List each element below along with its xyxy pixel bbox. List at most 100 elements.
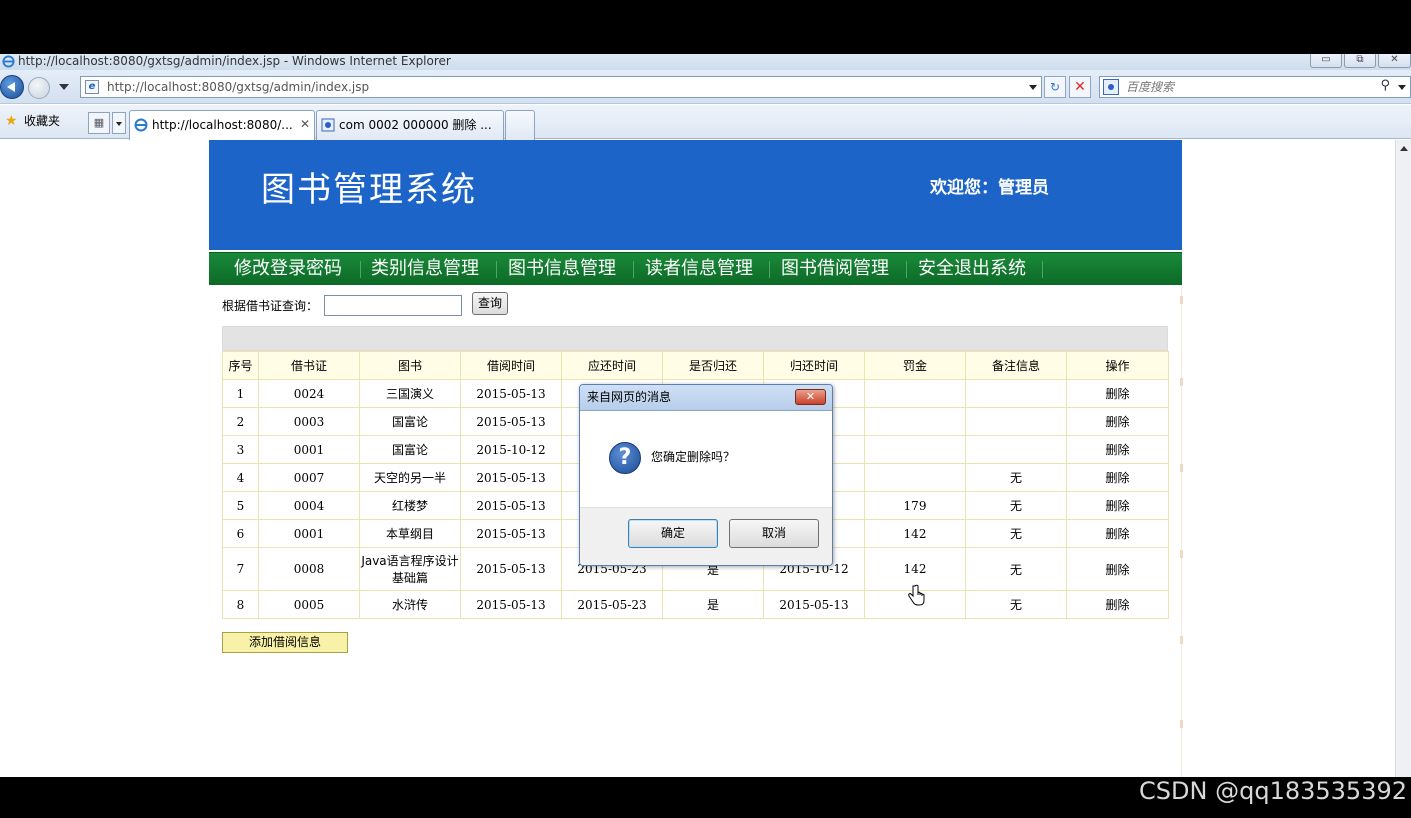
delete-link[interactable]: 删除 <box>1105 387 1129 401</box>
cell-action: 删除 <box>1066 379 1169 408</box>
main-nav: 修改登录密码 类别信息管理 图书信息管理 读者信息管理 图书借阅管理 安全退出系… <box>209 252 1182 285</box>
favorites-label[interactable]: 收藏夹 <box>24 114 60 128</box>
col-header-returned: 是否归还 <box>662 351 764 380</box>
address-bar: e http://localhost:8080/gxtsg/admin/inde… <box>0 70 1411 104</box>
back-button[interactable] <box>0 75 24 99</box>
cell-index: 2 <box>222 407 259 436</box>
nav-separator <box>769 261 770 278</box>
cell-book: 国富论 <box>359 435 461 464</box>
quick-tabs-button[interactable]: ▦ <box>88 112 110 134</box>
cell-book: 红楼梦 <box>359 491 461 520</box>
nav-separator <box>1042 261 1043 278</box>
cell-action: 删除 <box>1066 590 1169 619</box>
dialog-close-button[interactable]: ✕ <box>795 389 826 405</box>
col-header-fine: 罚金 <box>864 351 966 380</box>
cell-return-date: 2015-05-13 <box>763 590 865 619</box>
cell-card: 0004 <box>258 491 360 520</box>
cell-fine: 142 <box>864 519 966 548</box>
page-edge-mark <box>1180 550 1183 558</box>
cell-card: 0024 <box>258 379 360 408</box>
delete-link[interactable]: 删除 <box>1105 415 1129 429</box>
delete-link[interactable]: 删除 <box>1105 499 1129 513</box>
cell-fine <box>864 407 966 436</box>
screen-frame: http://localhost:8080/gxtsg/admin/index.… <box>0 0 1411 818</box>
search-icon[interactable]: ⚲ <box>1380 78 1390 93</box>
search-field[interactable]: 百度搜索 ⚲ <box>1099 76 1411 98</box>
nav-category-management[interactable]: 类别信息管理 <box>371 258 479 280</box>
tab-close-icon[interactable]: ✕ <box>300 117 310 131</box>
baidu-tab-icon <box>321 118 335 132</box>
new-tab-button[interactable] <box>505 110 535 140</box>
welcome-text: 欢迎您：管理员 <box>930 178 1049 198</box>
dialog-message: 您确定删除吗？ <box>651 450 736 464</box>
delete-link[interactable]: 删除 <box>1105 443 1129 457</box>
cell-action: 删除 <box>1066 519 1169 548</box>
page-edge-mark <box>1180 378 1183 386</box>
nav-change-password[interactable]: 修改登录密码 <box>234 258 342 280</box>
nav-book-management[interactable]: 图书信息管理 <box>508 258 616 280</box>
page-edge-mark <box>1180 296 1183 304</box>
col-header-book: 图书 <box>359 351 461 380</box>
hand-cursor-icon <box>908 584 925 606</box>
dialog-body: ? 您确定删除吗？ <box>580 412 832 507</box>
scroll-up-icon[interactable] <box>1398 142 1410 156</box>
cell-index: 5 <box>222 491 259 520</box>
search-placeholder[interactable]: 百度搜索 <box>1126 79 1174 95</box>
url-dropdown-icon[interactable] <box>1029 85 1037 90</box>
cell-index: 6 <box>222 519 259 548</box>
window-title: http://localhost:8080/gxtsg/admin/index.… <box>18 54 451 68</box>
url-text[interactable]: http://localhost:8080/gxtsg/admin/index.… <box>107 79 369 95</box>
cell-index: 7 <box>222 547 259 591</box>
nav-separator <box>633 261 634 278</box>
cell-borrow-date: 2015-05-13 <box>460 519 562 548</box>
dialog-title: 来自网页的消息 <box>587 390 672 404</box>
refresh-button[interactable]: ↻ <box>1044 76 1066 98</box>
ie-logo-icon <box>2 55 15 68</box>
table-header-row: 序号 借书证 图书 借阅时间 应还时间 是否归还 归还时间 罚金 备注信息 操作 <box>222 351 1169 380</box>
cell-index: 8 <box>222 590 259 619</box>
library-card-query-input[interactable] <box>324 295 462 316</box>
delete-link[interactable]: 删除 <box>1105 598 1129 612</box>
ok-button[interactable]: 确定 <box>628 519 718 548</box>
nav-separator <box>496 261 497 278</box>
delete-link[interactable]: 删除 <box>1105 471 1129 485</box>
maximize-button[interactable]: ⧉ <box>1344 54 1376 68</box>
col-header-due-date: 应还时间 <box>561 351 663 380</box>
cell-card: 0001 <box>258 519 360 548</box>
ie-page-icon <box>134 118 148 132</box>
nav-separator <box>906 261 907 278</box>
tab-baidu-search[interactable]: com 0002 000000 删除 ... <box>316 110 504 140</box>
table-row: 8 0005 水浒传 2015-05-13 2015-05-23 是 2015-… <box>222 590 1169 619</box>
col-header-return-date: 归还时间 <box>763 351 865 380</box>
tab-label: http://localhost:8080/... <box>152 118 293 132</box>
delete-link[interactable]: 删除 <box>1105 527 1129 541</box>
cell-fine <box>864 463 966 492</box>
cell-action: 删除 <box>1066 435 1169 464</box>
cell-action: 删除 <box>1066 463 1169 492</box>
cell-index: 4 <box>222 463 259 492</box>
tab-list-dropdown-icon[interactable] <box>112 112 126 134</box>
nav-logout[interactable]: 安全退出系统 <box>918 258 1026 280</box>
cell-index: 1 <box>222 379 259 408</box>
nav-reader-management[interactable]: 读者信息管理 <box>645 258 753 280</box>
minimize-button[interactable]: ▭ <box>1310 54 1342 68</box>
col-header-borrow-date: 借阅时间 <box>460 351 562 380</box>
forward-button[interactable] <box>28 77 50 99</box>
vertical-scrollbar[interactable] <box>1395 140 1411 777</box>
delete-link[interactable]: 删除 <box>1105 563 1129 577</box>
cancel-button[interactable]: 取消 <box>729 519 819 548</box>
stop-button[interactable]: ✕ <box>1069 76 1091 98</box>
url-field[interactable]: e http://localhost:8080/gxtsg/admin/inde… <box>80 76 1042 98</box>
favorites-star-icon[interactable]: ★ <box>5 114 18 128</box>
tab-admin-index[interactable]: http://localhost:8080/... ✕ <box>129 110 315 140</box>
col-header-card: 借书证 <box>258 351 360 380</box>
search-dropdown-icon[interactable] <box>1398 85 1406 90</box>
query-button[interactable]: 查询 <box>472 292 508 315</box>
close-window-button[interactable]: ✕ <box>1378 54 1411 68</box>
table-caption-bar <box>222 326 1168 351</box>
confirm-delete-dialog: 来自网页的消息 ✕ ? 您确定删除吗？ 确定 取消 <box>579 384 833 566</box>
query-label: 根据借书证查询： <box>222 299 319 313</box>
nav-borrow-management[interactable]: 图书借阅管理 <box>781 258 889 280</box>
history-dropdown-icon[interactable] <box>59 84 69 90</box>
add-borrow-button[interactable]: 添加借阅信息 <box>222 632 348 653</box>
